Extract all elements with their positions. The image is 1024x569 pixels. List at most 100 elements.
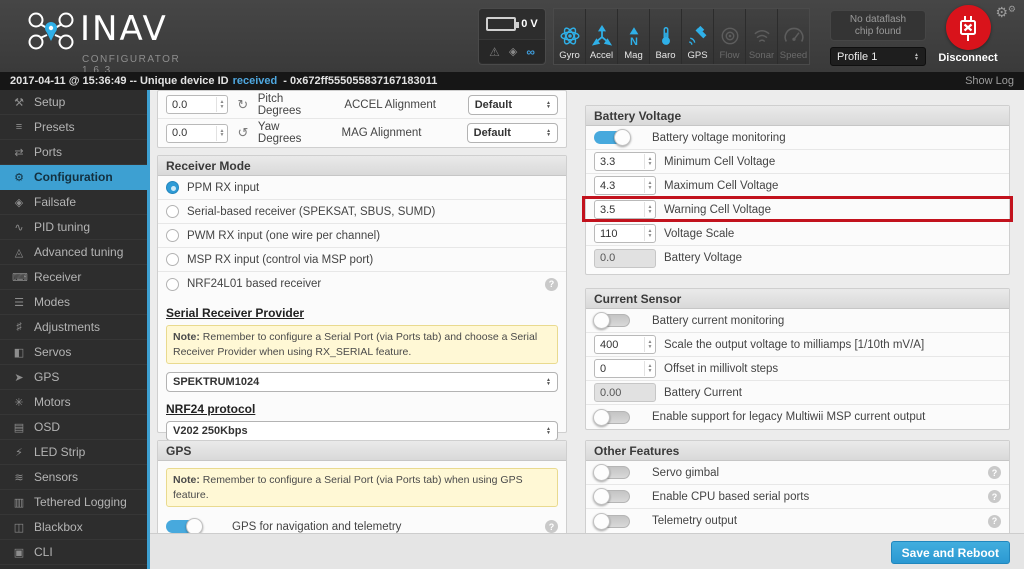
- board-alignment-section: 0.0 ↻ Pitch Degrees ACCEL Alignment Defa…: [157, 90, 567, 148]
- gps-satellite-icon: [688, 25, 706, 45]
- sidebar-item-servos[interactable]: ◧ Servos: [0, 340, 147, 365]
- sidebar-item-setup[interactable]: ⚒ Setup: [0, 90, 147, 115]
- battery-monitoring-toggle[interactable]: [594, 129, 631, 146]
- pitch-degrees-input[interactable]: 0.0: [166, 95, 228, 114]
- inav-logo: INAV CONFIGURATOR 1.6.3: [26, 10, 179, 76]
- sidebar-item-blackbox[interactable]: ◫ Blackbox: [0, 515, 147, 540]
- spinner-arrows-icon[interactable]: [216, 125, 227, 141]
- baro-icon: [661, 27, 670, 45]
- receiver-mode-section: Receiver Mode PPM RX input Serial-based …: [157, 155, 567, 442]
- current-monitoring-row: Battery current monitoring: [586, 309, 1009, 333]
- help-icon[interactable]: [988, 466, 1001, 479]
- radio-msp[interactable]: [166, 253, 179, 266]
- radio-row-ppm[interactable]: PPM RX input: [158, 176, 566, 200]
- nrf24-protocol-select[interactable]: V202 250Kbps: [166, 421, 558, 442]
- sidebar-item-motors[interactable]: ✳ Motors: [0, 390, 147, 415]
- warning-icon: ⚠: [489, 44, 500, 59]
- accel-alignment-label: ACCEL Alignment: [344, 98, 436, 111]
- sidebar-item-cli[interactable]: ▣ CLI: [0, 540, 147, 565]
- radio-row-pwm[interactable]: PWM RX input (one wire per channel): [158, 224, 566, 248]
- sidebar-item-modes[interactable]: ☰ Modes: [0, 290, 147, 315]
- current-scale-input[interactable]: 400: [594, 335, 656, 354]
- app-header: INAV CONFIGURATOR 1.6.3 ⚙⚙ 0 V ⚠ ◈ ∞ Gyr…: [0, 0, 1024, 76]
- nrf24-protocol-heading: NRF24 protocol: [166, 402, 256, 417]
- blackbox-icon: ◫: [13, 521, 25, 534]
- select-arrows-icon: [546, 129, 551, 137]
- sidebar-item-adjustments[interactable]: ♯ Adjustments: [0, 315, 147, 340]
- sidebar-item-receiver[interactable]: ⌨ Receiver: [0, 265, 147, 290]
- save-and-reboot-button[interactable]: Save and Reboot: [890, 541, 1010, 564]
- sensor-speed: Speed: [778, 9, 809, 64]
- radio-row-serial[interactable]: Serial-based receiver (SPEKSAT, SBUS, SU…: [158, 200, 566, 224]
- battery-voltage-readout-row: 0.0 Battery Voltage: [586, 246, 1009, 270]
- sidebar-item-pid-tuning[interactable]: ∿ PID tuning: [0, 215, 147, 240]
- mag-alignment-select[interactable]: Default: [466, 123, 559, 143]
- spinner-arrows-icon[interactable]: [216, 97, 227, 112]
- gps-section: GPS Note: Remember to configure a Serial…: [157, 440, 567, 533]
- gps-nav-toggle[interactable]: [166, 518, 203, 533]
- spinner-arrows-icon[interactable]: [644, 337, 655, 352]
- sidebar-item-sensors[interactable]: ≋ Sensors: [0, 465, 147, 490]
- sidebar-item-osd[interactable]: ▤ OSD: [0, 415, 147, 440]
- radio-serial[interactable]: [166, 205, 179, 218]
- spinner-arrows-icon[interactable]: [644, 154, 655, 169]
- sidebar-item-presets[interactable]: ≡ Presets: [0, 115, 147, 140]
- yaw-degrees-label: Yaw Degrees: [257, 121, 302, 145]
- help-icon[interactable]: [545, 277, 558, 291]
- telemetry-output-row: Telemetry output: [586, 509, 1009, 533]
- accel-alignment-select[interactable]: Default: [467, 94, 558, 115]
- current-monitoring-toggle[interactable]: [593, 312, 630, 329]
- select-arrows-icon: [546, 427, 551, 435]
- max-cell-voltage-input[interactable]: 4.3: [594, 176, 656, 195]
- profile-select[interactable]: Profile 1: [830, 47, 926, 66]
- voltage-scale-input[interactable]: 110: [594, 224, 656, 243]
- content-footer: Save and Reboot: [150, 533, 1024, 569]
- spinner-arrows-icon[interactable]: [644, 226, 655, 241]
- other-features-title: Other Features: [586, 441, 1009, 461]
- help-icon[interactable]: [545, 520, 558, 533]
- app-settings-button[interactable]: ⚙⚙: [995, 4, 1016, 21]
- serial-provider-select[interactable]: SPEKTRUM1024: [166, 372, 558, 393]
- serial-note: Note: Remember to configure a Serial Por…: [166, 325, 558, 365]
- spinner-arrows-icon[interactable]: [644, 202, 655, 217]
- spinner-arrows-icon[interactable]: [644, 178, 655, 193]
- yaw-degrees-input[interactable]: 0.0: [166, 123, 228, 143]
- motors-icon: ✳: [14, 396, 24, 409]
- cpu-serial-toggle[interactable]: [593, 488, 630, 505]
- ports-icon: ⇄: [14, 146, 24, 159]
- sidebar-item-failsafe[interactable]: ◈ Failsafe: [0, 190, 147, 215]
- min-cell-voltage-input[interactable]: 3.3: [594, 152, 656, 171]
- current-offset-input[interactable]: 0: [594, 359, 656, 378]
- radio-row-nrf24[interactable]: NRF24L01 based receiver: [158, 272, 566, 296]
- sidebar-item-configuration[interactable]: ⚙ Configuration: [0, 165, 147, 190]
- radio-pwm[interactable]: [166, 229, 179, 242]
- radio-nrf24[interactable]: [166, 277, 179, 291]
- disconnect-button[interactable]: Disconnect: [938, 5, 998, 64]
- sidebar-item-led-strip[interactable]: ⚡ LED Strip: [0, 440, 147, 465]
- gyro-icon: [559, 27, 580, 45]
- main-content: 0.0 ↻ Pitch Degrees ACCEL Alignment Defa…: [150, 90, 1024, 533]
- sidebar-item-ports[interactable]: ⇄ Ports: [0, 140, 147, 165]
- sidebar-item-tethered-logging[interactable]: ▥ Tethered Logging: [0, 490, 147, 515]
- accel-icon: [591, 25, 612, 46]
- help-icon[interactable]: [988, 490, 1001, 503]
- link-icon: ∞: [526, 44, 535, 59]
- current-sensor-title: Current Sensor: [586, 289, 1009, 309]
- telemetry-output-toggle[interactable]: [593, 512, 630, 530]
- gps-toggle-label: GPS for navigation and telemetry: [232, 520, 402, 533]
- servo-gimbal-toggle[interactable]: [593, 464, 630, 481]
- receiver-icon: ⌨: [12, 271, 28, 284]
- legacy-msp-toggle[interactable]: [593, 408, 630, 426]
- cli-icon: ▣: [13, 546, 25, 559]
- status-received: received: [232, 75, 278, 87]
- radio-row-msp[interactable]: MSP RX input (control via MSP port): [158, 248, 566, 272]
- inav-configurator-window: INAV CONFIGURATOR 1.6.3 ⚙⚙ 0 V ⚠ ◈ ∞ Gyr…: [0, 0, 1024, 569]
- radio-ppm[interactable]: [166, 181, 179, 194]
- sensor-mag: N Mag: [618, 9, 649, 64]
- warning-cell-voltage-input[interactable]: 3.5: [594, 200, 656, 219]
- sidebar-item-gps[interactable]: ➤ GPS: [0, 365, 147, 390]
- help-icon[interactable]: [988, 514, 1001, 528]
- spinner-arrows-icon[interactable]: [644, 361, 655, 376]
- show-log-button[interactable]: Show Log: [965, 75, 1014, 87]
- sidebar-item-advanced-tuning[interactable]: ◬ Advanced tuning: [0, 240, 147, 265]
